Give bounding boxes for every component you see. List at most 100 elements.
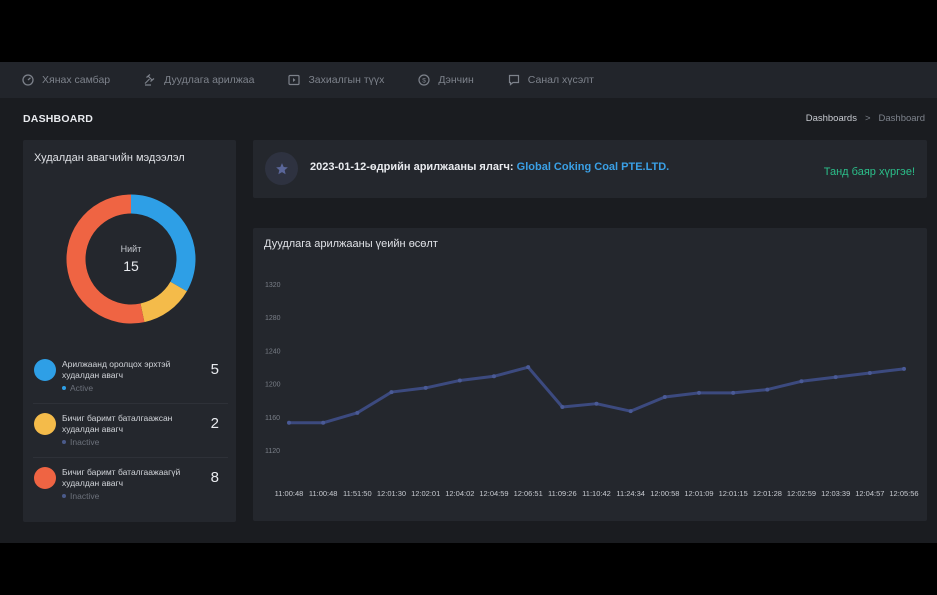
legend-label: Бичиг баримт баталгаажсан худалдан авагч — [62, 413, 173, 434]
data-point[interactable] — [697, 390, 701, 395]
x-tick-label: 12:05:56 — [889, 489, 918, 498]
legend-color-dot — [34, 413, 56, 435]
x-tick-label: 12:01:15 — [719, 489, 748, 498]
status-text: Inactive — [70, 491, 100, 501]
nav-item-deposit[interactable]: $ Дэнчин — [418, 74, 474, 86]
winner-label: 2023-01-12-өдрийн арилжааны ялагч: — [310, 161, 514, 173]
data-point[interactable] — [423, 385, 428, 390]
nav-label: Дэнчин — [438, 74, 474, 86]
status-text: Active — [70, 383, 94, 393]
legend-status: Inactive — [62, 491, 99, 501]
data-point[interactable] — [902, 366, 906, 371]
nav-label: Санал хүсэлт — [527, 74, 594, 86]
x-tick-label: 11:51:50 — [343, 489, 372, 498]
nav-item-dashboard[interactable]: Хянах самбар — [22, 74, 110, 86]
legend-label: Бичиг баримт баталгаажаагүй худалдан ава… — [62, 467, 181, 488]
nav-label: Захиалгын түүх — [308, 74, 385, 86]
donut-total-label: Нийт — [120, 244, 142, 254]
x-tick-label: 12:04:57 — [855, 489, 884, 498]
data-point[interactable] — [765, 387, 770, 392]
status-dot — [62, 440, 66, 444]
data-point[interactable] — [628, 409, 633, 414]
winner-banner: 2023-01-12-өдрийн арилжааны ялагч: Globa… — [253, 140, 927, 198]
x-tick-label: 12:01:28 — [753, 489, 782, 498]
data-point[interactable] — [389, 390, 394, 395]
breadcrumb-current: Dashboard — [878, 113, 925, 124]
page-title: DASHBOARD — [23, 113, 94, 125]
data-point[interactable] — [560, 405, 565, 410]
feedback-icon — [508, 74, 519, 86]
status-text: Inactive — [70, 437, 100, 447]
auction-growth-chart-card: 1120 1160 1200 1240 1280 1320 11:00:48 11:00:48… — [253, 228, 927, 521]
y-tick-label: 1280 — [265, 315, 281, 322]
star-icon — [275, 162, 288, 174]
x-tick-label: 11:09:26 — [548, 489, 577, 498]
nav-label: Дуудлага арилжаа — [164, 74, 255, 86]
x-tick-label: 12:04:59 — [479, 489, 508, 498]
top-black-bar — [0, 0, 937, 62]
x-tick-label: 11:10:42 — [582, 489, 611, 498]
x-tick-label: 12:02:59 — [787, 489, 816, 498]
legend-label: Арилжаанд оролцох эрхтэй худалдан авагч — [62, 359, 171, 380]
data-point[interactable] — [799, 379, 804, 384]
legend-count: 2 — [210, 415, 219, 432]
congrats-text: Танд баяр хүргэе! — [823, 166, 915, 178]
coin-icon: $ — [418, 74, 430, 86]
legend-item[interactable]: Бичиг баримт баталгаажсан худалдан авагч… — [33, 404, 228, 458]
card-title: Худалдан авагчийн мэдээлэл — [34, 152, 185, 164]
main-nav: Хянах самбар Дуудлага арилжаа Захиалгын … — [0, 62, 937, 98]
data-point[interactable] — [526, 365, 531, 370]
winner-text: 2023-01-12-өдрийн арилжааны ялагч: Globa… — [310, 161, 669, 173]
y-tick-label: 1320 — [265, 282, 281, 289]
nav-item-order-history[interactable]: Захиалгын түүх — [288, 74, 384, 86]
y-tick-label: 1240 — [265, 348, 281, 355]
x-tick-label: 11:24:34 — [616, 489, 645, 498]
data-point[interactable] — [492, 374, 496, 379]
bottom-black-bar — [0, 543, 937, 595]
x-tick-label: 11:00:48 — [275, 489, 304, 498]
data-point[interactable] — [287, 420, 291, 425]
status-dot — [62, 494, 66, 498]
dashboard-icon — [22, 74, 34, 86]
data-point[interactable] — [731, 390, 736, 395]
y-tick-label: 1200 — [265, 382, 281, 389]
x-tick-label: 11:00:48 — [309, 489, 338, 498]
legend-status: Inactive — [62, 437, 99, 447]
nav-item-feedback[interactable]: Санал хүсэлт — [508, 74, 594, 86]
data-point[interactable] — [662, 395, 667, 400]
x-tick-label: 12:00:58 — [650, 489, 679, 498]
y-tick-label: 1160 — [265, 415, 280, 422]
legend-color-dot — [34, 359, 56, 381]
nav-item-auction[interactable]: Дуудлага арилжаа — [144, 74, 254, 86]
legend-item[interactable]: Бичиг баримт баталгаажаагүй худалдан ава… — [33, 458, 228, 512]
donut-center: Нийт 15 — [66, 194, 196, 324]
data-point[interactable] — [833, 375, 838, 380]
svg-text:$: $ — [423, 77, 427, 84]
breadcrumb: Dashboards > Dashboard — [806, 113, 925, 124]
data-point[interactable] — [594, 401, 599, 406]
data-point[interactable] — [321, 420, 326, 425]
breadcrumb-separator: > — [864, 113, 871, 124]
gavel-icon — [144, 74, 155, 86]
x-tick-label: 12:03:39 — [821, 489, 850, 498]
data-point[interactable] — [457, 378, 462, 383]
legend-item[interactable]: Арилжаанд оролцох эрхтэй худалдан авагч … — [33, 350, 228, 404]
donut-total-value: 15 — [123, 258, 139, 274]
legend-status: Active — [62, 383, 93, 393]
supplier-info-card: Худалдан авагчийн мэдээлэл Нийт 15 Арилж… — [23, 140, 236, 522]
status-dot — [62, 386, 66, 390]
y-tick-label: 1120 — [265, 448, 280, 455]
legend-color-dot — [34, 467, 56, 489]
history-icon — [288, 74, 301, 86]
star-badge — [265, 152, 298, 185]
x-tick-label: 12:06:51 — [514, 489, 543, 498]
breadcrumb-root-link[interactable]: Dashboards — [806, 113, 857, 124]
winner-company-link[interactable]: Global Coking Coal PTE.LTD. — [517, 161, 670, 173]
main-content: DASHBOARD Dashboards > Dashboard Худалда… — [0, 98, 937, 543]
auction-growth-chart: 1120 1160 1200 1240 1280 1320 11:00:48 11:00:48… — [265, 282, 919, 498]
nav-label: Хянах самбар — [42, 74, 111, 86]
data-point[interactable] — [867, 370, 872, 375]
legend-count: 8 — [210, 469, 219, 486]
data-point[interactable] — [355, 410, 360, 415]
x-tick-label: 12:01:09 — [684, 489, 713, 498]
